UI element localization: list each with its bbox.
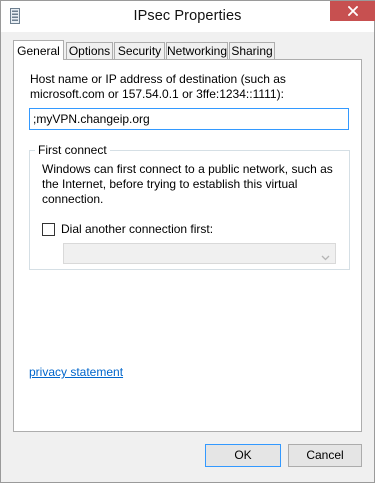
dial-another-connection-label[interactable]: Dial another connection first:	[61, 222, 213, 236]
dial-another-connection-checkbox[interactable]	[42, 223, 55, 236]
first-connect-group: First connect Windows can first connect …	[29, 143, 350, 270]
host-name-label: Host name or IP address of destination (…	[30, 72, 286, 101]
title-bar[interactable]: IPsec Properties	[1, 1, 375, 32]
ok-button[interactable]: OK	[205, 444, 281, 467]
tab-networking[interactable]: Networking	[166, 42, 228, 59]
tab-options[interactable]: Options	[66, 42, 113, 59]
host-name-input[interactable]: ;myVPN.changeip.org	[29, 108, 349, 130]
close-icon	[347, 6, 358, 16]
tab-general[interactable]: General	[13, 40, 64, 60]
dial-connection-select[interactable]	[63, 243, 336, 264]
close-button[interactable]	[330, 1, 375, 21]
first-connect-description: Windows can first connect to a public ne…	[42, 162, 333, 206]
window-title: IPsec Properties	[133, 8, 242, 24]
general-tab-panel: Host name or IP address of destination (…	[13, 59, 362, 432]
privacy-statement-link[interactable]: privacy statement	[29, 365, 123, 379]
ipsec-properties-dialog: IPsec Properties General Options Securit…	[0, 0, 375, 483]
cancel-button[interactable]: Cancel	[288, 444, 362, 467]
chevron-down-icon	[321, 249, 330, 261]
tab-sharing[interactable]: Sharing	[229, 42, 275, 59]
tab-security[interactable]: Security	[114, 42, 165, 59]
first-connect-legend: First connect	[35, 143, 110, 157]
